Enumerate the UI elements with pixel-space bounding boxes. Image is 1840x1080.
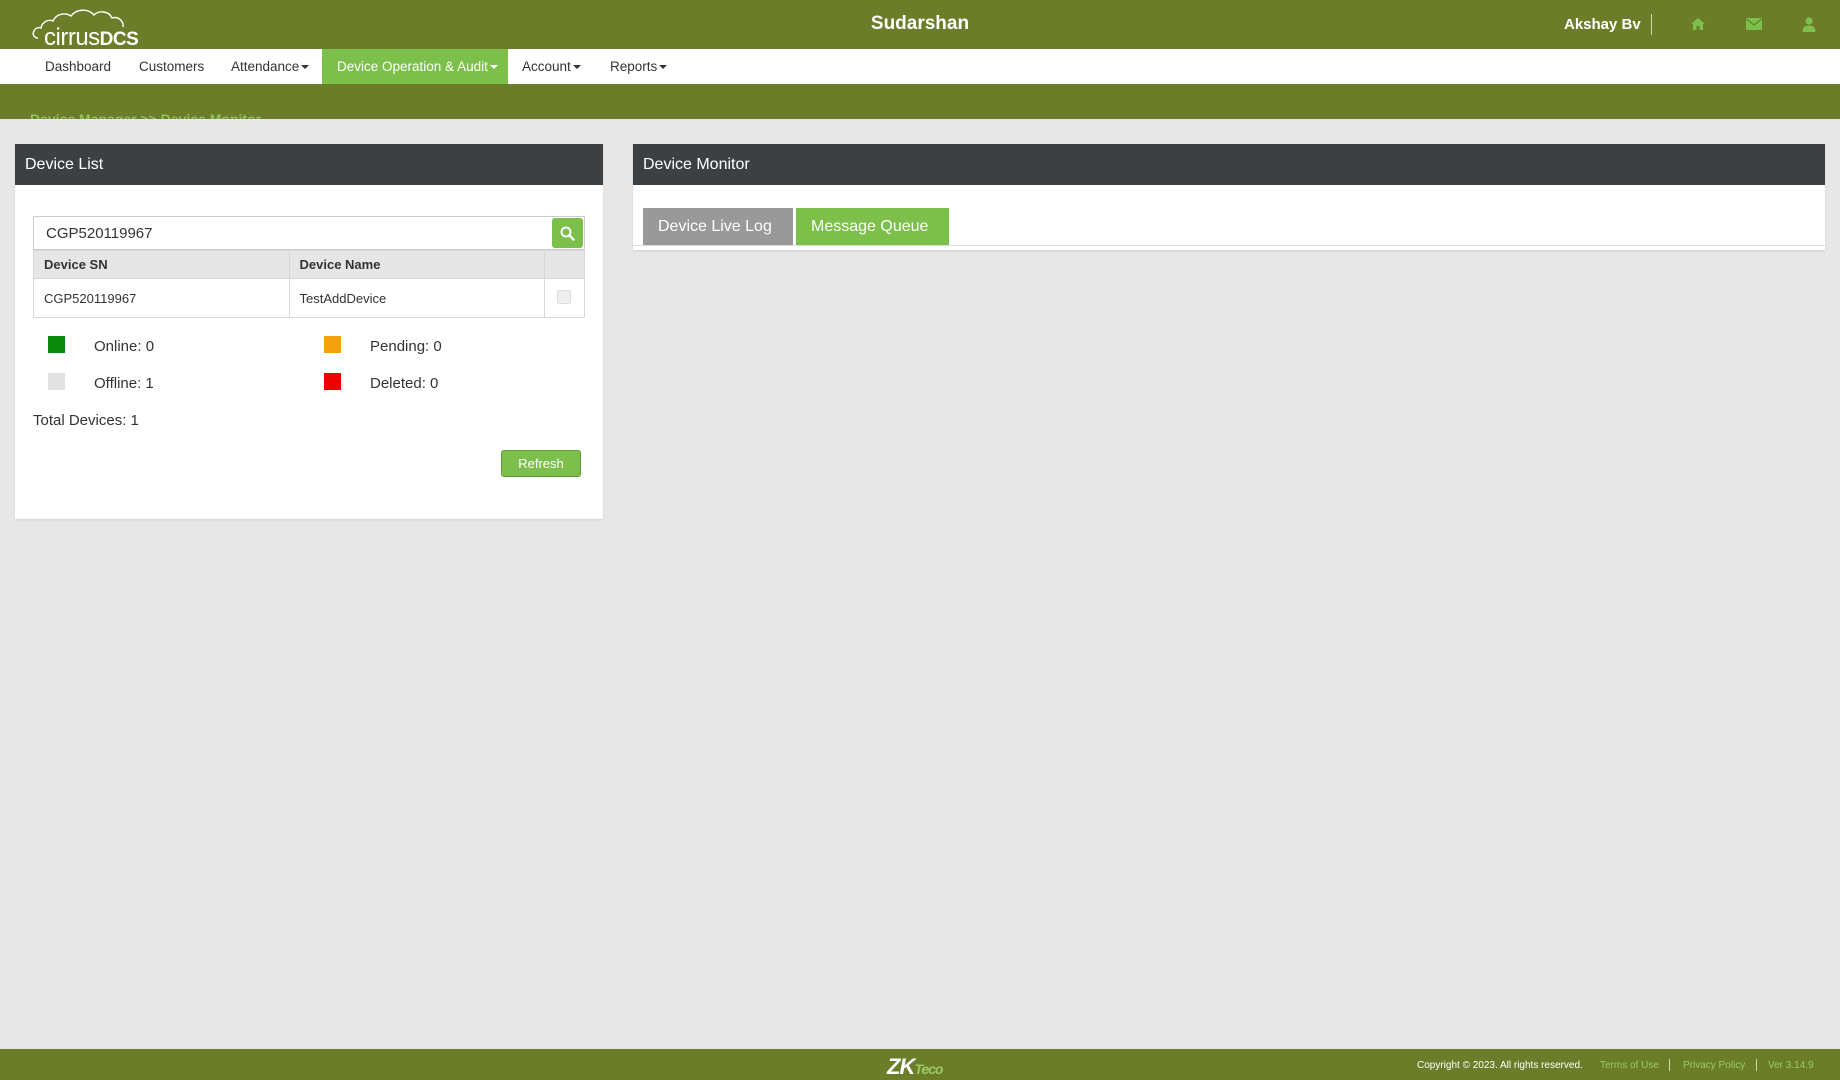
search-icon: [560, 226, 575, 241]
nav-dashboard-label: Dashboard: [45, 59, 112, 74]
user-icon[interactable]: [1799, 14, 1819, 34]
refresh-button[interactable]: Refresh: [501, 450, 581, 477]
chevron-down-icon: [301, 65, 310, 70]
chevron-down-icon: [572, 65, 581, 70]
tab-divider: [633, 245, 1825, 246]
row-checkbox[interactable]: [557, 289, 572, 304]
nav-customers-label: Customers: [139, 59, 205, 74]
chevron-down-icon: [659, 65, 668, 70]
version-text: Ver 3.14.9: [1768, 1060, 1814, 1071]
column-header-select: [544, 250, 585, 279]
nav-device-operation-label: Device Operation & Audit: [337, 59, 488, 74]
total-devices: Total Devices: 1: [33, 412, 139, 429]
offline-status-swatch: [48, 373, 65, 390]
breadcrumb: Device Manager >> Device Monitor: [30, 111, 262, 119]
nav-account-label: Account: [522, 59, 571, 74]
table-header-row: Device SN Device Name: [33, 250, 585, 279]
copyright-text: Copyright © 2023. All rights reserved.: [1417, 1060, 1583, 1071]
select-cell: [544, 278, 585, 318]
nav-reports[interactable]: Reports: [595, 49, 682, 84]
footer-divider: [1756, 1059, 1757, 1071]
breadcrumb-bar: Device Manager >> Device Monitor: [0, 84, 1840, 119]
nav-dashboard[interactable]: Dashboard: [30, 49, 126, 84]
online-status-swatch: [48, 336, 65, 353]
privacy-policy-link[interactable]: Privacy Policy: [1683, 1060, 1745, 1071]
tab-device-live-log[interactable]: Device Live Log: [643, 208, 793, 245]
device-search-input[interactable]: [34, 217, 550, 249]
nav-attendance-label: Attendance: [231, 59, 300, 74]
nav-attendance[interactable]: Attendance: [216, 49, 324, 84]
chevron-down-icon: [489, 65, 498, 70]
device-list-panel: Device List Device SN Device Name CGP520…: [15, 144, 603, 519]
device-table: Device SN Device Name CGP520119967 TestA…: [33, 250, 585, 318]
nav-account[interactable]: Account: [507, 49, 596, 84]
online-count: Online: 0: [94, 338, 155, 355]
table-row[interactable]: CGP520119967 TestAddDevice: [33, 278, 585, 318]
column-header-device-name[interactable]: Device Name: [288, 250, 546, 279]
device-monitor-title: Device Monitor: [633, 144, 1825, 185]
device-name-cell: TestAddDevice: [288, 278, 546, 318]
main-nav: Dashboard Customers Attendance Device Op…: [0, 49, 1840, 84]
user-name[interactable]: Akshay Bv: [1564, 16, 1641, 33]
terms-of-use-link[interactable]: Terms of Use: [1600, 1060, 1659, 1071]
pending-status-swatch: [324, 336, 341, 353]
envelope-icon[interactable]: [1744, 14, 1764, 34]
footer-divider: [1669, 1059, 1670, 1071]
zkteco-logo: ZKTeco: [887, 1054, 943, 1079]
top-header: cirrusDCS Sudarshan Akshay Bv: [0, 0, 1840, 51]
deleted-status-swatch: [324, 373, 341, 390]
nav-reports-label: Reports: [610, 59, 658, 74]
pending-count: Pending: 0: [370, 338, 442, 355]
deleted-count: Deleted: 0: [370, 375, 439, 392]
device-list-title: Device List: [15, 144, 603, 185]
nav-customers[interactable]: Customers: [124, 49, 219, 84]
tab-message-queue[interactable]: Message Queue: [796, 208, 949, 245]
device-search-box: [33, 216, 585, 250]
header-divider: [1651, 14, 1652, 35]
device-sn-cell: CGP520119967: [33, 278, 290, 318]
column-header-device-sn[interactable]: Device SN: [33, 250, 290, 279]
search-button[interactable]: [552, 218, 583, 248]
offline-count: Offline: 1: [94, 375, 154, 392]
nav-device-operation-audit[interactable]: Device Operation & Audit: [322, 49, 508, 84]
footer: ZKTeco Copyright © 2023. All rights rese…: [0, 1049, 1840, 1080]
home-icon[interactable]: [1688, 14, 1708, 34]
